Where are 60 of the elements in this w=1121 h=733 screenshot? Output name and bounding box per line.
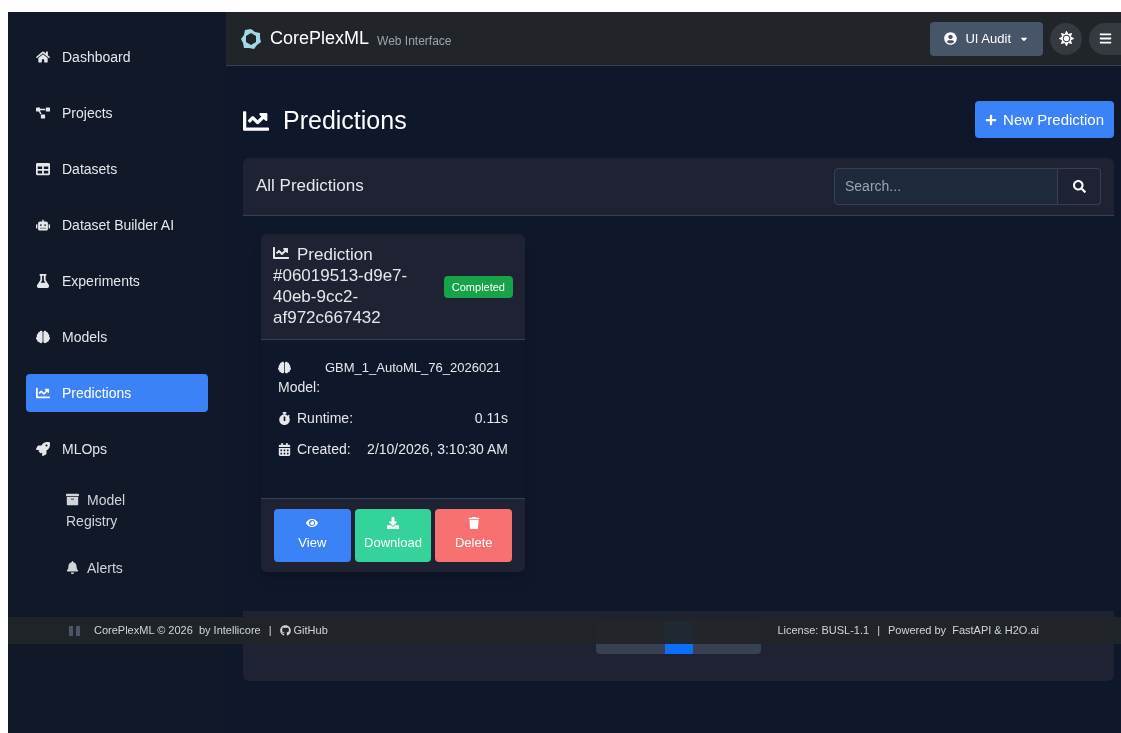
field-label: Runtime: [297,409,354,428]
trash-icon [467,517,480,530]
field-label: Model: [278,378,321,397]
github-icon [279,625,291,636]
separator: | [877,623,880,639]
bell-icon [66,561,79,574]
logo-icon [240,27,262,50]
sidebar-item[interactable]: Model Registry [66,486,156,536]
logo-icon [68,624,82,637]
sidebar-item[interactable]: Experiments [26,262,208,300]
field-value: 2/10/2026, 3:10:30 AM [367,440,508,459]
brand-subtitle: Web Interface [377,32,452,50]
line-chart-icon [36,386,50,400]
table-icon [36,162,50,176]
robot-icon [36,218,50,232]
archive-box-icon [66,493,79,506]
sidebar-item[interactable]: Dataset Builder AI [26,206,208,244]
panel-title: All Predictions [256,175,364,198]
rocket-icon [36,442,50,456]
search-button[interactable] [1058,167,1101,205]
menu-button[interactable] [1089,22,1121,55]
plus-icon [985,113,998,126]
sidebar-item[interactable]: Models [26,318,208,356]
theme-toggle-button[interactable] [1050,22,1082,55]
sidebar-item[interactable]: Datasets [26,150,208,188]
license-text: License: BUSL-1.1 [777,623,870,639]
search-field[interactable]: Search... [834,167,1058,205]
field-label: Created: [297,440,351,459]
status-badge: Completed [443,275,513,298]
sidebar-item[interactable]: MLOps [26,430,208,468]
download-icon [387,517,399,530]
view-button[interactable]: View [274,508,351,562]
prediction-title: Prediction #06019513-d9e7-40eb-9cc2-af972c667432 [273,243,409,328]
brain-icon [278,360,291,374]
sidebar-item[interactable]: Alerts [66,554,156,583]
new-prediction-button[interactable]: New Prediction [975,101,1114,139]
copyright-text: CorePlexML © 2026 by Intellicore [94,623,261,639]
stopwatch-icon [278,412,291,425]
menu-icon [1098,32,1112,45]
sidebar-item[interactable]: Predictions [26,374,208,412]
separator: | [268,623,272,639]
powered-by-text: Powered by FastAPI & H2O.ai [888,623,1039,639]
user-icon [944,32,958,45]
user-menu-button[interactable]: UI Audit [930,21,1043,56]
github-link[interactable]: GitHub [293,622,328,639]
diagram-icon [36,106,50,120]
sun-icon [1058,31,1074,46]
line-chart-icon [273,244,289,261]
sidebar-item[interactable]: Projects [26,94,208,132]
field-value: GBM_1_AutoML_76_2026021 [325,358,501,377]
field-value: 0.11s [474,409,508,428]
eye-icon [306,517,319,530]
flask-icon [36,274,50,288]
brain-icon [36,330,50,344]
house-icon [36,50,50,64]
page-title: Predictions [283,105,407,136]
calendar-icon [278,443,291,456]
search-icon [1072,179,1086,193]
brand-name: CorePlexML [270,27,370,50]
sidebar-item[interactable]: Dashboard [26,38,208,76]
